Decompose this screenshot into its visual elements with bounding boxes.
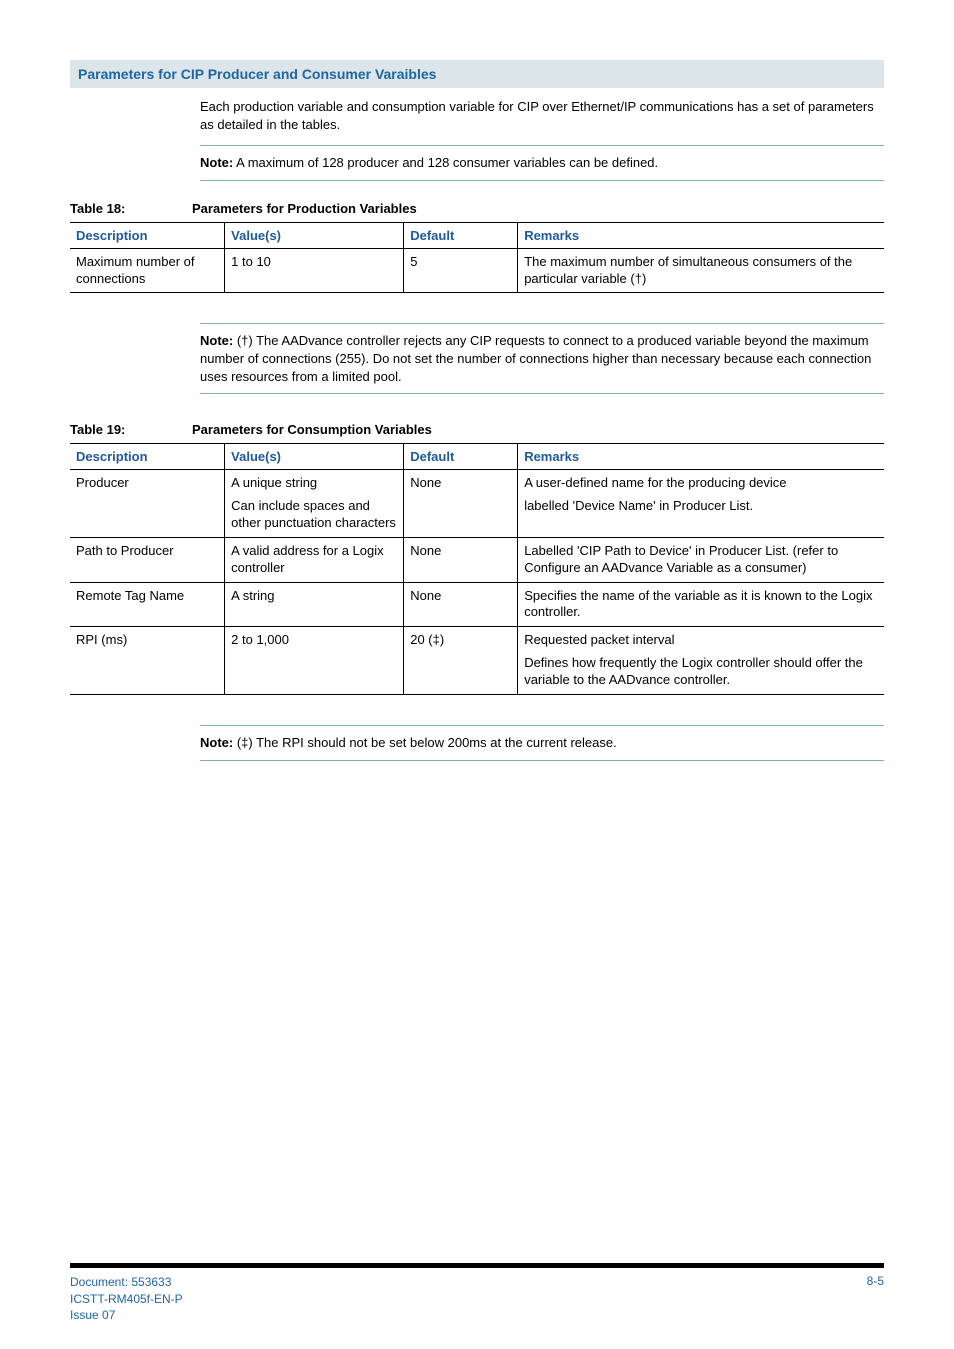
page-footer: Document: 553633 ICSTT-RM405f-EN-P Issue… [70, 1263, 884, 1323]
th-values: Value(s) [225, 222, 404, 248]
section-heading: Parameters for CIP Producer and Consumer… [70, 60, 884, 88]
table-row: Maximum number of connections 1 to 10 5 … [70, 248, 884, 293]
table-row: Path to Producer A valid address for a L… [70, 537, 884, 582]
th-default: Default [404, 444, 518, 470]
footer-ref: ICSTT-RM405f-EN-P [70, 1291, 183, 1307]
intro-paragraph: Each production variable and consumption… [200, 98, 884, 133]
footer-doc: Document: 553633 [70, 1274, 183, 1290]
footer-issue: Issue 07 [70, 1307, 183, 1323]
note-block-3: Note: (‡) The RPI should not be set belo… [200, 725, 884, 761]
th-default: Default [404, 222, 518, 248]
table-row: Producer A unique string Can include spa… [70, 470, 884, 538]
table19-caption: Table 19:Parameters for Consumption Vari… [70, 422, 884, 437]
note-block-1: Note: A maximum of 128 producer and 128 … [200, 145, 884, 181]
note1-text: A maximum of 128 producer and 128 consum… [236, 155, 658, 170]
table18: Description Value(s) Default Remarks Max… [70, 222, 884, 294]
note-block-2: Note: (†) The AADvance controller reject… [200, 323, 884, 394]
table-row: RPI (ms) 2 to 1,000 20 (‡) Requested pac… [70, 627, 884, 695]
note3-text: (‡) The RPI should not be set below 200m… [237, 735, 617, 750]
note2-text: (†) The AADvance controller rejects any … [200, 333, 871, 383]
table-row: Remote Tag Name A string None Specifies … [70, 582, 884, 627]
th-remarks: Remarks [518, 444, 884, 470]
th-description: Description [70, 444, 225, 470]
footer-page: 8-5 [867, 1274, 884, 1323]
th-values: Value(s) [225, 444, 404, 470]
table18-caption: Table 18:Parameters for Production Varia… [70, 201, 884, 216]
th-description: Description [70, 222, 225, 248]
table19: Description Value(s) Default Remarks Pro… [70, 443, 884, 695]
th-remarks: Remarks [518, 222, 884, 248]
